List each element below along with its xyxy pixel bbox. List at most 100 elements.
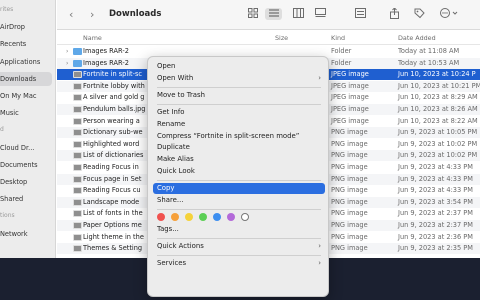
file-date-added: Today at 10:53 AM <box>398 58 460 67</box>
image-file-icon <box>73 210 82 218</box>
menu-item[interactable]: Open <box>153 61 325 72</box>
image-file-icon <box>73 117 82 125</box>
column-kind[interactable]: Kind <box>331 31 345 45</box>
file-kind: PNG image <box>331 232 368 241</box>
file-date-added: Jun 9, 2023 at 2:37 PM <box>398 209 473 218</box>
menu-item-label: Duplicate <box>157 143 190 152</box>
sidebar-item[interactable]: AirDrop <box>0 20 56 34</box>
menu-item[interactable]: Compress “Fortnite in split-screen mode” <box>153 131 325 142</box>
context-menu: Open Open With › Move to Trash Get Info Renam… <box>147 56 329 297</box>
sidebar-item[interactable]: Applications <box>0 55 56 69</box>
image-file-icon <box>73 71 82 79</box>
menu-item-label: Tags... <box>157 224 179 233</box>
menu-item[interactable]: Rename <box>153 119 325 130</box>
submenu-chevron-icon: › <box>318 241 321 250</box>
menu-item[interactable]: Tags... <box>153 224 325 235</box>
file-kind: PNG image <box>331 209 368 218</box>
gallery-view-icon[interactable] <box>313 8 327 20</box>
file-date-added: Jun 9, 2023 at 2:35 PM <box>398 244 473 253</box>
image-file-icon <box>73 129 82 137</box>
sidebar-item[interactable]: Downloads <box>0 71 52 86</box>
menu-separator <box>157 180 321 182</box>
image-file-icon <box>73 82 82 90</box>
image-file-icon <box>73 245 82 253</box>
tag-color-dot[interactable] <box>157 212 165 221</box>
group-icon[interactable] <box>353 8 367 20</box>
sidebar-item[interactable]: Music <box>0 106 56 120</box>
icon-view-icon[interactable] <box>246 8 260 20</box>
column-date-added[interactable]: Date Added <box>398 31 436 45</box>
image-file-icon <box>73 175 82 183</box>
column-name[interactable]: Name <box>83 31 102 45</box>
tag-color-dot[interactable] <box>213 212 221 221</box>
file-kind: PNG image <box>331 139 368 148</box>
file-date-added: Jun 9, 2023 at 4:33 PM <box>398 174 473 183</box>
menu-item-label: Quick Actions <box>157 241 204 250</box>
share-icon[interactable] <box>387 7 401 20</box>
menu-separator <box>157 237 321 239</box>
tag-color-dot[interactable] <box>227 212 235 221</box>
menu-item-label: Copy <box>157 184 175 193</box>
file-kind: Folder <box>331 47 352 55</box>
file-kind: JPEG image <box>331 116 369 125</box>
tag-color-dot[interactable] <box>185 212 193 221</box>
menu-item[interactable]: Open With › <box>153 73 325 84</box>
menu-item-label: Quick Look <box>157 167 195 176</box>
menu-item[interactable]: Share... <box>153 195 325 206</box>
menu-item-label: Open <box>157 62 176 70</box>
image-file-icon <box>73 233 82 241</box>
tag-color-dot[interactable] <box>171 212 179 221</box>
file-kind: JPEG image <box>331 93 369 102</box>
menu-item-label: Get Info <box>157 107 185 116</box>
file-date-added: Jun 9, 2023 at 2:37 PM <box>398 221 473 229</box>
menu-separator <box>157 103 321 105</box>
sidebar-item[interactable]: Recents <box>0 37 56 51</box>
disclosure-chevron-icon[interactable]: › <box>66 46 68 57</box>
menu-separator <box>157 208 321 210</box>
list-view-icon[interactable] <box>265 8 282 20</box>
tag-icon[interactable] <box>412 8 426 20</box>
menu-item-label: Make Alias <box>157 155 194 164</box>
forward-button[interactable]: › <box>90 8 94 21</box>
menu-item[interactable]: Copy <box>153 183 325 195</box>
tag-color-dot[interactable] <box>199 212 207 221</box>
column-view-icon[interactable] <box>291 8 305 20</box>
file-kind: Folder <box>331 58 352 67</box>
menu-item[interactable]: Services › <box>153 258 325 269</box>
tag-color-dot[interactable] <box>241 212 249 221</box>
disclosure-chevron-icon[interactable]: › <box>66 58 68 69</box>
menu-item-label: Compress “Fortnite in split-screen mode” <box>157 131 300 140</box>
sidebar-item[interactable]: On My Mac <box>0 89 56 103</box>
sidebar-section-header: tions <box>0 212 15 220</box>
menu-item[interactable]: Duplicate <box>153 142 325 153</box>
file-kind: PNG image <box>331 163 368 171</box>
menu-item[interactable]: Quick Look <box>153 166 325 177</box>
menu-item[interactable]: Move to Trash <box>153 90 325 101</box>
back-button[interactable]: ‹ <box>69 8 73 21</box>
file-date-added: Jun 9, 2023 at 10:02 PM <box>398 139 478 148</box>
sidebar: rites AirDrop Recents Applications Downloads… <box>0 0 56 258</box>
submenu-chevron-icon: › <box>318 73 321 82</box>
file-date-added: Jun 9, 2023 at 10:02 PM <box>398 151 478 160</box>
file-kind: JPEG image <box>331 81 369 90</box>
file-date-added: Today at 11:08 AM <box>398 47 460 55</box>
sidebar-item[interactable]: Network <box>0 227 56 241</box>
image-file-icon <box>73 222 82 229</box>
file-date-added: Jun 10, 2023 at 8:22 AM <box>398 116 478 125</box>
column-size[interactable]: Size <box>275 31 288 45</box>
file-date-added: Jun 9, 2023 at 4:33 PM <box>398 163 473 171</box>
sidebar-item[interactable]: Documents <box>0 158 56 172</box>
image-file-icon <box>73 152 82 160</box>
sidebar-item[interactable]: Shared <box>0 192 56 206</box>
file-date-added: Jun 9, 2023 at 10:05 PM <box>398 128 478 137</box>
file-date-added: Jun 10, 2023 at 8:29 AM <box>398 93 478 102</box>
sidebar-item[interactable]: Desktop <box>0 175 56 189</box>
menu-item[interactable]: Get Info <box>153 107 325 118</box>
menu-item-label: Open With <box>157 73 194 82</box>
menu-item[interactable]: Make Alias <box>153 154 325 165</box>
menu-item[interactable]: Quick Actions › <box>153 241 325 252</box>
sidebar-item[interactable]: Cloud Dr... <box>0 141 56 155</box>
more-icon[interactable] <box>439 8 461 20</box>
toolbar: ‹ › Downloads <box>57 0 480 30</box>
file-date-added: Jun 9, 2023 at 2:36 PM <box>398 232 473 241</box>
